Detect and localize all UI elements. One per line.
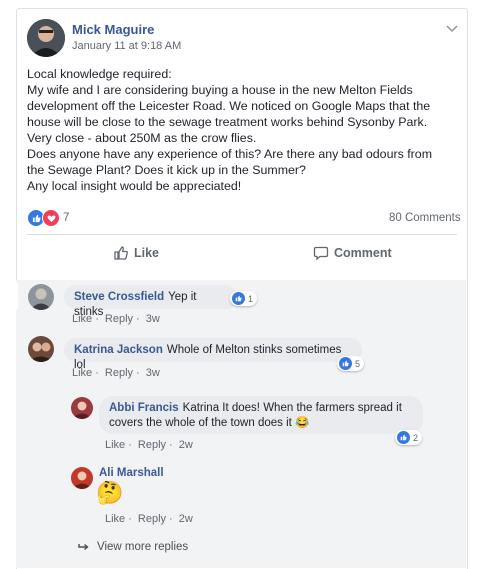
author-photo-icon (27, 19, 65, 57)
reply-age[interactable]: 2w (179, 513, 193, 525)
comment-bubble: Steve Crossfield Yep it stinks (64, 285, 238, 318)
reply-text: Katrina It does! When the farmers spread… (182, 402, 402, 414)
comment-actions: Like · Reply · 3w (72, 367, 160, 379)
like-reaction-icon (397, 431, 410, 444)
post-line: My wife and I are considering buying a h… (27, 83, 413, 97)
chevron-down-icon[interactable] (446, 20, 458, 38)
like-button[interactable]: Like (113, 245, 159, 261)
view-more-replies[interactable]: View more replies (78, 541, 188, 553)
comment-age[interactable]: 3w (146, 313, 160, 325)
reply-bubble: Abbi Francis Katrina It does! When the fa… (99, 396, 423, 434)
post-author-name[interactable]: Mick Maguire (72, 22, 154, 37)
post-line: Very close - about 250M as the crow flie… (27, 131, 257, 145)
post-line: Any local insight would be appreciated! (27, 179, 242, 193)
reply-reply-link[interactable]: Reply (138, 439, 166, 451)
comment-reaction-badge[interactable]: 1 (230, 291, 258, 306)
like-reaction-icon (232, 292, 245, 305)
post-line: house will be close to the sewage treatm… (27, 115, 428, 129)
reaction-summary[interactable]: 7 (27, 209, 69, 227)
thinking-emoji: 🤔 (96, 480, 124, 505)
post-body: Local knowledge required: My wife and I … (27, 66, 459, 194)
replier-name[interactable]: Ali Marshall (99, 467, 164, 479)
reaction-count: 7 (63, 212, 70, 224)
avatar-photo-icon (28, 284, 54, 310)
comment-like-count: 1 (248, 293, 254, 304)
post-timestamp[interactable]: January 11 at 9:18 AM (72, 40, 181, 52)
avatar-photo-icon (71, 467, 93, 489)
reply-like-link[interactable]: Like (105, 513, 125, 525)
reply-age[interactable]: 2w (179, 439, 193, 451)
commenter-name[interactable]: Steve Crossfield (74, 291, 164, 303)
like-reaction-icon (339, 357, 352, 370)
comment-actions: Like · Reply · 3w (72, 313, 160, 325)
reply-actions: Like · Reply · 2w (105, 439, 193, 451)
post-line: Does anyone have any experience of this?… (27, 147, 433, 161)
like-button-label: Like (134, 246, 160, 260)
comment-age[interactable]: 3w (146, 367, 160, 379)
avatar-photo-icon (71, 397, 93, 419)
love-reaction-icon (42, 209, 60, 227)
reply-like-count: 2 (413, 432, 419, 443)
comment-reaction-badge[interactable]: 5 (337, 356, 365, 371)
reply-actions: Like · Reply · 2w (105, 513, 193, 525)
reply-arrow-icon (78, 543, 89, 552)
comment-like-link[interactable]: Like (72, 313, 92, 325)
comment-like-link[interactable]: Like (72, 367, 92, 379)
avatar-photo-icon (28, 336, 54, 362)
replier-avatar[interactable] (71, 467, 93, 489)
reply-reaction-badge[interactable]: 2 (395, 430, 423, 445)
post-line: Local knowledge required: (27, 67, 172, 81)
comment-reply-link[interactable]: Reply (105, 367, 133, 379)
author-avatar[interactable] (27, 19, 65, 57)
replier-avatar[interactable] (71, 397, 93, 419)
laughing-emoji: 😂 (295, 417, 310, 429)
commenter-avatar[interactable] (28, 284, 54, 310)
reply-text: covers the whole of the town does it (109, 417, 292, 429)
commenter-name[interactable]: Katrina Jackson (74, 344, 163, 356)
comment-like-count: 5 (355, 358, 361, 369)
speech-bubble-icon (313, 245, 329, 261)
comment-bubble: Katrina Jackson Whole of Melton stinks so… (64, 338, 362, 371)
reply-reply-link[interactable]: Reply (138, 513, 166, 525)
thumbs-up-icon (113, 245, 129, 261)
post-line: development off the Leicester Road. We n… (27, 99, 431, 113)
comment-button-label: Comment (334, 246, 392, 260)
divider (27, 234, 457, 235)
replier-name[interactable]: Abbi Francis (109, 402, 179, 414)
comment-button[interactable]: Comment (313, 245, 392, 261)
comment-reply-link[interactable]: Reply (105, 313, 133, 325)
comments-count-link[interactable]: 80 Comments (389, 212, 461, 224)
commenter-avatar[interactable] (28, 336, 54, 362)
view-more-replies-label: View more replies (97, 541, 189, 553)
post-line: the Sewage Plant? Does it kick up in the… (27, 163, 306, 177)
reply-like-link[interactable]: Like (105, 439, 125, 451)
background-gap (0, 283, 18, 309)
